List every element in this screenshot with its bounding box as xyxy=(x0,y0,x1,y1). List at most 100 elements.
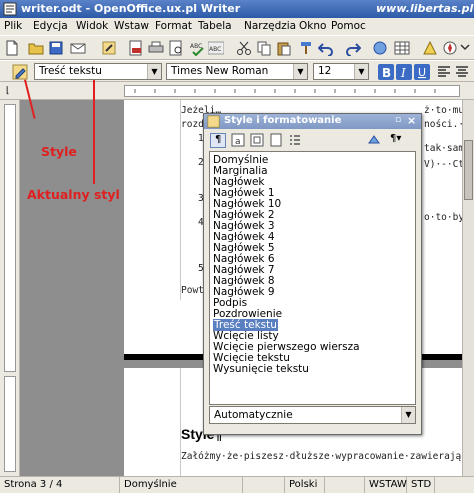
menu-edycja[interactable]: Edycja xyxy=(33,20,68,32)
paragraph-icon: ¶ xyxy=(215,134,222,145)
styles-dialog[interactable]: Style i formatowanie ▫ × ¶ a ¶▾ Domyślni… xyxy=(203,113,422,435)
ruler-ticks xyxy=(134,89,436,93)
dialog-menu-icon[interactable]: ▫ xyxy=(395,115,401,125)
svg-text:I: I xyxy=(400,66,406,80)
list-styles-icon[interactable] xyxy=(288,133,302,147)
text-boundary xyxy=(180,100,181,300)
chevron-down-icon[interactable]: ▼ xyxy=(293,64,307,79)
doc-body-line: Załóżmy·że·piszesz·dłuższe·wypracowanie·… xyxy=(181,451,462,462)
watermark: www.libertas.pl xyxy=(376,2,474,15)
character-styles-icon[interactable]: a xyxy=(231,133,245,147)
menu-tabela[interactable]: Tabela xyxy=(198,20,232,32)
app-icon xyxy=(3,2,17,16)
open-icon[interactable] xyxy=(28,40,44,56)
bold-icon[interactable]: B xyxy=(378,64,394,80)
styles-formatting-icon[interactable] xyxy=(12,64,28,80)
standard-toolbar: ABC ABC xyxy=(0,35,474,60)
menu-pomoc[interactable]: Pomoc xyxy=(331,20,366,32)
tab-stop-icon[interactable]: ⌊ xyxy=(6,86,10,96)
status-style[interactable]: Domyślnie xyxy=(120,477,243,493)
undo-icon[interactable] xyxy=(318,40,334,56)
status-zoom[interactable] xyxy=(243,477,285,493)
annotation-current-style: Aktualny styl xyxy=(27,187,120,202)
window-title: writer.odt - OpenOffice.ux.pl Writer xyxy=(21,2,241,15)
svg-text:ABC: ABC xyxy=(190,43,202,50)
chevron-down-icon[interactable]: ▼ xyxy=(354,64,368,79)
status-bar: Strona 3 / 4 Domyślnie Polski WSTAW STD xyxy=(0,476,474,493)
doc-line: Powt xyxy=(181,285,204,296)
title-bar: writer.odt - OpenOffice.ux.pl Writer www… xyxy=(0,0,474,18)
save-icon[interactable] xyxy=(48,40,64,56)
menu-wstaw[interactable]: Wstaw xyxy=(114,20,149,32)
svg-text:B: B xyxy=(382,66,391,80)
horizontal-ruler[interactable]: ⌊ xyxy=(0,82,474,100)
autospellcheck-icon[interactable]: ABC xyxy=(208,40,224,56)
print-icon[interactable] xyxy=(148,40,164,56)
menu-narzedzia[interactable]: Narzędzia xyxy=(244,20,296,32)
svg-text:ABC: ABC xyxy=(209,46,221,53)
toolbar-overflow-icon[interactable] xyxy=(458,40,472,56)
copy-icon[interactable] xyxy=(256,40,272,56)
style-filter-combo[interactable]: Automatycznie ▼ xyxy=(209,406,416,424)
spellcheck-icon[interactable]: ABC xyxy=(190,40,206,56)
styles-list[interactable]: Domyślnie Marginalia Nagłówek Nagłówek 1… xyxy=(209,151,416,405)
underline-icon[interactable]: U xyxy=(414,64,430,80)
new-document-icon[interactable] xyxy=(4,40,20,56)
new-style-button[interactable]: ¶▾ xyxy=(390,133,401,144)
annotation-style: Style xyxy=(41,144,77,159)
align-center-icon[interactable] xyxy=(454,64,470,80)
doc-line-right: o·to·by·wy xyxy=(424,212,462,223)
status-signature[interactable] xyxy=(435,477,474,493)
format-paintbrush-icon[interactable] xyxy=(298,40,314,56)
status-insert-mode[interactable]: WSTAW xyxy=(365,477,407,493)
doc-line-right: ności.·¶ xyxy=(424,119,462,130)
page-styles-icon[interactable] xyxy=(269,133,283,147)
chevron-down-icon[interactable]: ▼ xyxy=(147,64,161,79)
align-left-icon[interactable] xyxy=(436,64,452,80)
paste-icon[interactable] xyxy=(276,40,292,56)
chevron-down-icon[interactable]: ▼ xyxy=(401,407,415,423)
cut-icon[interactable] xyxy=(236,40,252,56)
table-icon[interactable] xyxy=(394,40,410,56)
doc-line-right: ż·to·musisz·t xyxy=(424,105,462,116)
svg-text:U: U xyxy=(418,66,426,79)
fill-format-icon[interactable] xyxy=(367,133,381,147)
dialog-title-bar[interactable]: Style i formatowanie ▫ × xyxy=(204,114,421,129)
paragraph-style-combo[interactable]: Treść tekstu ▼ xyxy=(34,63,162,80)
ruler-scale xyxy=(4,376,16,472)
scrollbar-thumb[interactable] xyxy=(464,140,473,200)
paragraph-styles-button[interactable]: ¶ xyxy=(210,133,226,148)
frame-styles-icon[interactable] xyxy=(250,133,264,147)
status-selection-mode[interactable]: STD xyxy=(407,477,435,493)
ruler-scale xyxy=(124,85,460,97)
styles-formatting-icon xyxy=(207,115,220,128)
font-size-combo[interactable]: 12 ▼ xyxy=(313,63,369,80)
navigator-icon[interactable] xyxy=(442,40,458,56)
menu-widok[interactable]: Widok xyxy=(76,20,108,32)
menu-format[interactable]: Format xyxy=(155,20,192,32)
vertical-ruler[interactable] xyxy=(0,100,20,476)
doc-line-right: tak·samo·, xyxy=(424,143,462,154)
style-filter-value: Automatycznie xyxy=(214,409,293,421)
status-language[interactable]: Polski xyxy=(285,477,325,493)
close-icon[interactable]: × xyxy=(407,114,416,127)
vertical-scrollbar[interactable] xyxy=(462,100,474,476)
menu-bar: Plik Edycja Widok Wstaw Format Tabela Na… xyxy=(0,18,474,35)
dialog-title: Style i formatowanie xyxy=(224,115,342,126)
export-pdf-icon[interactable] xyxy=(128,40,144,56)
redo-icon[interactable] xyxy=(345,40,361,56)
style-item[interactable]: Wysunięcie tekstu xyxy=(213,363,309,375)
italic-icon[interactable]: I xyxy=(396,64,412,80)
status-selection-area xyxy=(325,477,365,493)
draw-functions-icon[interactable] xyxy=(422,40,438,56)
menu-plik[interactable]: Plik xyxy=(4,20,22,32)
menu-okno[interactable]: Okno xyxy=(299,20,326,32)
hyperlink-icon[interactable] xyxy=(372,40,388,56)
edit-file-icon[interactable] xyxy=(101,40,117,56)
email-icon[interactable] xyxy=(70,40,86,56)
font-size-value: 12 xyxy=(318,65,332,77)
page-preview-icon[interactable] xyxy=(168,40,184,56)
font-name-combo[interactable]: Times New Roman ▼ xyxy=(166,63,308,80)
formatting-toolbar: Treść tekstu ▼ Times New Roman ▼ 12 ▼ B … xyxy=(0,60,474,82)
status-page: Strona 3 / 4 xyxy=(0,477,120,493)
